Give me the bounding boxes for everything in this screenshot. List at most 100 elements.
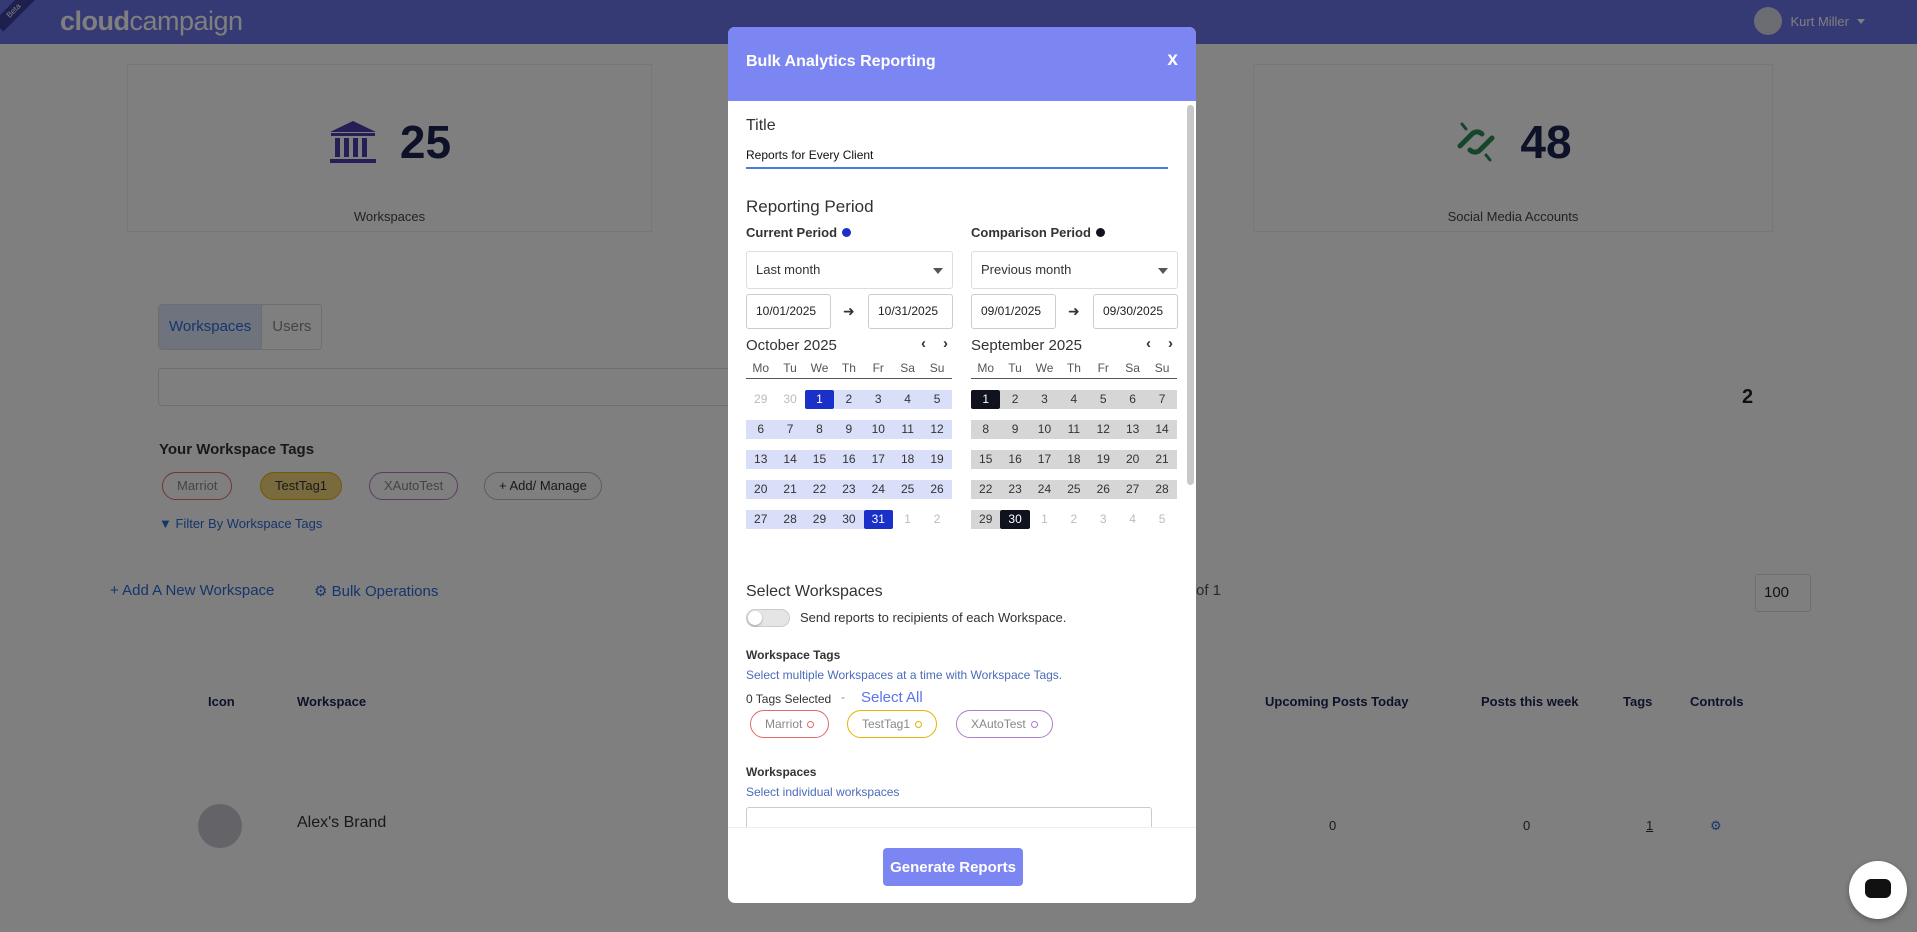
calendar-day[interactable]: 4 — [1118, 510, 1147, 529]
calendar-day[interactable]: 19 — [922, 450, 952, 469]
calendar-day[interactable]: 22 — [971, 480, 1001, 499]
calendar-day[interactable]: 5 — [922, 390, 952, 409]
calendar-day[interactable]: 19 — [1088, 450, 1118, 469]
calendar-day[interactable]: 31 — [863, 510, 893, 529]
calendar-day[interactable]: 10 — [1029, 420, 1060, 439]
calendar-day[interactable]: 21 — [1147, 450, 1177, 469]
calendar-day[interactable]: 1 — [971, 390, 1001, 409]
current-end-date[interactable]: 10/31/2025 — [868, 294, 953, 329]
calendar-day[interactable]: 9 — [1000, 420, 1030, 439]
calendar-day[interactable]: 21 — [775, 480, 805, 499]
calendar-day[interactable]: 9 — [834, 420, 864, 439]
modal-footer: Generate Reports — [728, 827, 1196, 903]
calendar-day[interactable]: 6 — [746, 420, 776, 439]
calendar-day[interactable]: 25 — [1059, 480, 1089, 499]
workspace-search-field[interactable] — [746, 807, 1152, 827]
chevron-right-icon[interactable]: › — [1168, 335, 1173, 352]
generate-reports-button[interactable]: Generate Reports — [883, 848, 1023, 886]
calendar-day[interactable]: 24 — [1029, 480, 1060, 499]
close-button[interactable]: x — [1167, 49, 1178, 71]
calendar-day[interactable]: 17 — [1029, 450, 1060, 469]
modal-tag-marriot[interactable]: Marriot — [750, 710, 830, 738]
calendar-day[interactable]: 2 — [1059, 510, 1088, 529]
calendar-day[interactable]: 26 — [922, 480, 952, 499]
calendar-day[interactable]: 14 — [775, 450, 805, 469]
calendar-day[interactable]: 26 — [1088, 480, 1118, 499]
calendar-day[interactable]: 28 — [775, 510, 805, 529]
comparison-period-select[interactable]: Previous month — [971, 251, 1178, 289]
calendar-day[interactable]: 12 — [1088, 420, 1118, 439]
modal-tag-testtag1[interactable]: TestTag1 — [847, 710, 938, 738]
calendar-day[interactable]: 30 — [1000, 510, 1030, 529]
modal-tag-xautotest[interactable]: XAutoTest — [956, 710, 1053, 738]
calendar-day[interactable]: 22 — [804, 480, 835, 499]
calendar-day[interactable]: 15 — [971, 450, 1001, 469]
chat-launcher-button[interactable] — [1849, 861, 1907, 919]
current-start-date[interactable]: 10/01/2025 — [746, 294, 831, 329]
calendar-day[interactable]: 30 — [775, 390, 804, 409]
comparison-start-date[interactable]: 09/01/2025 — [971, 294, 1056, 329]
calendar-day[interactable]: 13 — [1117, 420, 1148, 439]
calendar-day[interactable]: 3 — [1029, 390, 1060, 409]
calendar-day[interactable]: 29 — [971, 510, 1001, 529]
calendar-day[interactable]: 18 — [1059, 450, 1089, 469]
calendar-day[interactable]: 5 — [1147, 510, 1176, 529]
calendar-day[interactable]: 28 — [1147, 480, 1177, 499]
calendar-day[interactable]: 2 — [834, 390, 864, 409]
send-recipients-toggle[interactable] — [746, 609, 790, 627]
current-period-select[interactable]: Last month — [746, 251, 953, 289]
calendar-day[interactable]: 11 — [892, 420, 923, 439]
arrow-right-icon: ➜ — [843, 303, 855, 319]
calendar-day[interactable]: 20 — [746, 480, 776, 499]
calendar-day[interactable]: 16 — [834, 450, 864, 469]
calendar-day[interactable]: 27 — [746, 510, 776, 529]
calendar-day[interactable]: 4 — [892, 390, 923, 409]
calendar-day[interactable]: 1 — [804, 390, 835, 409]
chevron-right-icon[interactable]: › — [943, 335, 948, 352]
chevron-left-icon[interactable]: ‹ — [921, 335, 926, 352]
toggle-label: Send reports to recipients of each Works… — [800, 610, 1067, 625]
calendar-day[interactable]: 30 — [834, 510, 864, 529]
calendar-day[interactable]: 7 — [775, 420, 805, 439]
calendar-day[interactable]: 25 — [892, 480, 923, 499]
calendar-day[interactable]: 29 — [804, 510, 835, 529]
calendar-day[interactable]: 6 — [1117, 390, 1148, 409]
weekday-label: Mo — [977, 361, 995, 375]
report-title-input[interactable] — [746, 143, 1168, 169]
weekday-label: We — [810, 361, 829, 375]
calendar-day[interactable]: 17 — [863, 450, 893, 469]
calendar-day[interactable]: 8 — [971, 420, 1001, 439]
current-calendar-title: October 2025 — [746, 337, 837, 354]
circle-icon — [915, 721, 923, 728]
calendar-day[interactable]: 18 — [892, 450, 923, 469]
weekday-label: Mo — [752, 361, 770, 375]
calendar-day[interactable]: 29 — [746, 390, 775, 409]
comparison-period-dot — [1095, 228, 1105, 237]
calendar-day[interactable]: 24 — [863, 480, 893, 499]
calendar-day[interactable]: 2 — [922, 510, 951, 529]
comparison-end-date[interactable]: 09/30/2025 — [1093, 294, 1178, 329]
calendar-day[interactable]: 10 — [863, 420, 893, 439]
calendar-day[interactable]: 4 — [1059, 390, 1089, 409]
calendar-day[interactable]: 1 — [893, 510, 922, 529]
calendar-day[interactable]: 20 — [1117, 450, 1148, 469]
calendar-day[interactable]: 5 — [1088, 390, 1118, 409]
select-all-link[interactable]: Select All — [861, 689, 923, 706]
calendar-day[interactable]: 3 — [863, 390, 893, 409]
calendar-day[interactable]: 23 — [1000, 480, 1030, 499]
calendar-day[interactable]: 15 — [804, 450, 835, 469]
calendar-day[interactable]: 12 — [922, 420, 952, 439]
calendar-day[interactable]: 13 — [746, 450, 776, 469]
calendar-day[interactable]: 2 — [1000, 390, 1030, 409]
calendar-day[interactable]: 7 — [1147, 390, 1177, 409]
calendar-day[interactable]: 11 — [1059, 420, 1089, 439]
calendar-day[interactable]: 1 — [1030, 510, 1059, 529]
calendar-day[interactable]: 16 — [1000, 450, 1030, 469]
modal-scrollbar[interactable] — [1187, 105, 1194, 485]
calendar-day[interactable]: 27 — [1117, 480, 1148, 499]
chevron-left-icon[interactable]: ‹ — [1146, 335, 1151, 352]
calendar-day[interactable]: 8 — [804, 420, 835, 439]
calendar-day[interactable]: 14 — [1147, 420, 1177, 439]
calendar-day[interactable]: 3 — [1089, 510, 1118, 529]
calendar-day[interactable]: 23 — [834, 480, 864, 499]
